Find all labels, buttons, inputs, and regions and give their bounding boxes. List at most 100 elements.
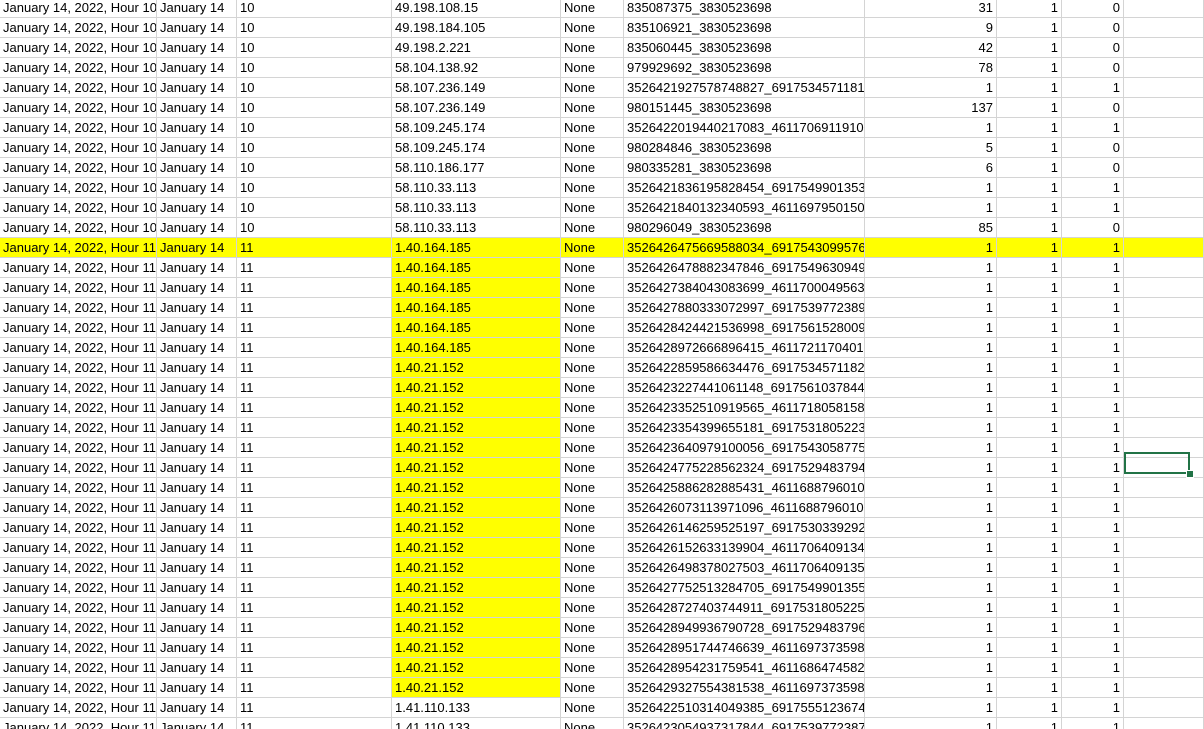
cell-datetime[interactable]: January 14, 2022, Hour 10	[0, 118, 157, 138]
cell-id[interactable]: 3526421840132340593_46116979501503	[624, 198, 865, 218]
cell-flag-b[interactable]: 1	[1062, 698, 1124, 718]
cell-id[interactable]: 3526428972666896415_46117211704019	[624, 338, 865, 358]
cell-datetime[interactable]: January 14, 2022, Hour 11	[0, 378, 157, 398]
cell-date[interactable]: January 14	[157, 478, 237, 498]
cell-empty[interactable]	[1124, 678, 1204, 698]
cell-ip-address[interactable]: 1.40.21.152	[392, 458, 561, 478]
cell-count[interactable]: 1	[865, 258, 997, 278]
cell-flag-b[interactable]: 1	[1062, 258, 1124, 278]
cell-flag-a[interactable]: 1	[997, 98, 1062, 118]
cell-date[interactable]: January 14	[157, 338, 237, 358]
cell-ip-address[interactable]: 58.110.186.177	[392, 158, 561, 178]
cell-date[interactable]: January 14	[157, 158, 237, 178]
cell-date[interactable]: January 14	[157, 598, 237, 618]
cell-flag-a[interactable]: 1	[997, 438, 1062, 458]
cell-status[interactable]: None	[561, 218, 624, 238]
cell-hour[interactable]: 11	[237, 598, 392, 618]
cell-empty[interactable]	[1124, 398, 1204, 418]
cell-ip-address[interactable]: 1.40.164.185	[392, 278, 561, 298]
cell-empty[interactable]	[1124, 658, 1204, 678]
cell-date[interactable]: January 14	[157, 558, 237, 578]
cell-ip-address[interactable]: 1.40.164.185	[392, 258, 561, 278]
cell-date[interactable]: January 14	[157, 298, 237, 318]
cell-datetime[interactable]: January 14, 2022, Hour 11	[0, 258, 157, 278]
cell-count[interactable]: 137	[865, 98, 997, 118]
cell-datetime[interactable]: January 14, 2022, Hour 11	[0, 398, 157, 418]
cell-hour[interactable]: 11	[237, 718, 392, 729]
cell-flag-b[interactable]: 1	[1062, 498, 1124, 518]
cell-status[interactable]: None	[561, 58, 624, 78]
cell-hour[interactable]: 11	[237, 438, 392, 458]
cell-empty[interactable]	[1124, 158, 1204, 178]
cell-date[interactable]: January 14	[157, 638, 237, 658]
cell-count[interactable]: 1	[865, 518, 997, 538]
cell-id[interactable]: 3526423352510919565_46117180581588	[624, 398, 865, 418]
cell-count[interactable]: 1	[865, 278, 997, 298]
cell-status[interactable]: None	[561, 718, 624, 729]
cell-datetime[interactable]: January 14, 2022, Hour 11	[0, 338, 157, 358]
cell-status[interactable]: None	[561, 658, 624, 678]
cell-hour[interactable]: 11	[237, 698, 392, 718]
cell-id[interactable]: 3526426498378027503_46117064091351	[624, 558, 865, 578]
cell-count[interactable]: 1	[865, 658, 997, 678]
cell-flag-a[interactable]: 1	[997, 298, 1062, 318]
cell-datetime[interactable]: January 14, 2022, Hour 10	[0, 158, 157, 178]
cell-status[interactable]: None	[561, 558, 624, 578]
cell-date[interactable]: January 14	[157, 198, 237, 218]
cell-flag-a[interactable]: 1	[997, 218, 1062, 238]
cell-hour[interactable]: 11	[237, 398, 392, 418]
cell-flag-b[interactable]: 1	[1062, 538, 1124, 558]
cell-empty[interactable]	[1124, 98, 1204, 118]
cell-datetime[interactable]: January 14, 2022, Hour 11	[0, 298, 157, 318]
cell-empty[interactable]	[1124, 258, 1204, 278]
cell-status[interactable]: None	[561, 38, 624, 58]
cell-datetime[interactable]: January 14, 2022, Hour 10	[0, 18, 157, 38]
cell-flag-a[interactable]: 1	[997, 598, 1062, 618]
cell-flag-a[interactable]: 1	[997, 678, 1062, 698]
cell-flag-b[interactable]: 1	[1062, 238, 1124, 258]
cell-datetime[interactable]: January 14, 2022, Hour 11	[0, 678, 157, 698]
cell-ip-address[interactable]: 1.40.21.152	[392, 498, 561, 518]
cell-id[interactable]: 3526428951744746639_46116973735987	[624, 638, 865, 658]
cell-id[interactable]: 3526427384043083699_46117000495634	[624, 278, 865, 298]
cell-status[interactable]: None	[561, 678, 624, 698]
cell-datetime[interactable]: January 14, 2022, Hour 11	[0, 698, 157, 718]
cell-hour[interactable]: 11	[237, 378, 392, 398]
cell-flag-a[interactable]: 1	[997, 618, 1062, 638]
cell-date[interactable]: January 14	[157, 238, 237, 258]
cell-datetime[interactable]: January 14, 2022, Hour 10	[0, 98, 157, 118]
cell-flag-b[interactable]: 0	[1062, 0, 1124, 18]
cell-hour[interactable]: 10	[237, 158, 392, 178]
cell-date[interactable]: January 14	[157, 698, 237, 718]
cell-id[interactable]: 3526428954231759541_46116864745823	[624, 658, 865, 678]
cell-date[interactable]: January 14	[157, 318, 237, 338]
cell-date[interactable]: January 14	[157, 0, 237, 18]
cell-flag-b[interactable]: 1	[1062, 398, 1124, 418]
cell-id[interactable]: 3526422859586634476_69175345711823	[624, 358, 865, 378]
cell-flag-b[interactable]: 1	[1062, 558, 1124, 578]
cell-empty[interactable]	[1124, 538, 1204, 558]
cell-flag-b[interactable]: 1	[1062, 78, 1124, 98]
cell-count[interactable]: 1	[865, 198, 997, 218]
cell-id[interactable]: 3526421927578748827_69175345711819	[624, 78, 865, 98]
cell-empty[interactable]	[1124, 378, 1204, 398]
cell-datetime[interactable]: January 14, 2022, Hour 11	[0, 598, 157, 618]
cell-flag-a[interactable]: 1	[997, 638, 1062, 658]
cell-empty[interactable]	[1124, 0, 1204, 18]
cell-datetime[interactable]: January 14, 2022, Hour 11	[0, 278, 157, 298]
cell-flag-a[interactable]: 1	[997, 198, 1062, 218]
cell-id[interactable]: 3526426478882347846_69175496309498	[624, 258, 865, 278]
cell-ip-address[interactable]: 58.110.33.113	[392, 218, 561, 238]
cell-status[interactable]: None	[561, 438, 624, 458]
cell-flag-b[interactable]: 1	[1062, 418, 1124, 438]
cell-empty[interactable]	[1124, 38, 1204, 58]
cell-date[interactable]: January 14	[157, 278, 237, 298]
cell-date[interactable]: January 14	[157, 78, 237, 98]
cell-status[interactable]: None	[561, 498, 624, 518]
cell-count[interactable]: 1	[865, 458, 997, 478]
cell-flag-a[interactable]: 1	[997, 78, 1062, 98]
cell-ip-address[interactable]: 1.40.164.185	[392, 318, 561, 338]
cell-ip-address[interactable]: 1.40.21.152	[392, 678, 561, 698]
cell-empty[interactable]	[1124, 178, 1204, 198]
cell-flag-a[interactable]: 1	[997, 578, 1062, 598]
